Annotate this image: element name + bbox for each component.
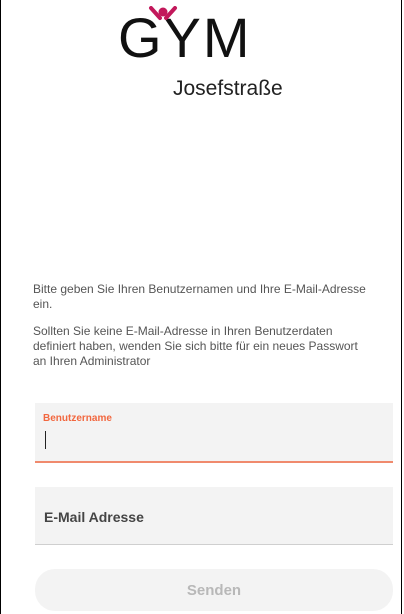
logo-person-icon bbox=[149, 6, 177, 20]
instructions-text: Bitte geben Sie Ihren Benutzernamen und … bbox=[33, 282, 373, 381]
logo-subtitle: Josefstraße bbox=[173, 77, 283, 100]
text-caret bbox=[45, 431, 46, 449]
logo-title: GYM bbox=[118, 6, 252, 69]
school-logo: GYM Josefstraße bbox=[0, 0, 404, 120]
instructions-line-2: Sollten Sie keine E-Mail-Adresse in Ihre… bbox=[33, 324, 358, 368]
email-label: E-Mail Adresse bbox=[44, 509, 144, 525]
instructions-line-1: Bitte geben Sie Ihren Benutzernamen und … bbox=[33, 282, 366, 311]
send-button[interactable]: Senden bbox=[35, 569, 393, 611]
username-label: Benutzername bbox=[43, 413, 112, 424]
username-field[interactable]: Benutzername bbox=[35, 403, 393, 463]
email-field[interactable]: E-Mail Adresse bbox=[35, 487, 393, 545]
